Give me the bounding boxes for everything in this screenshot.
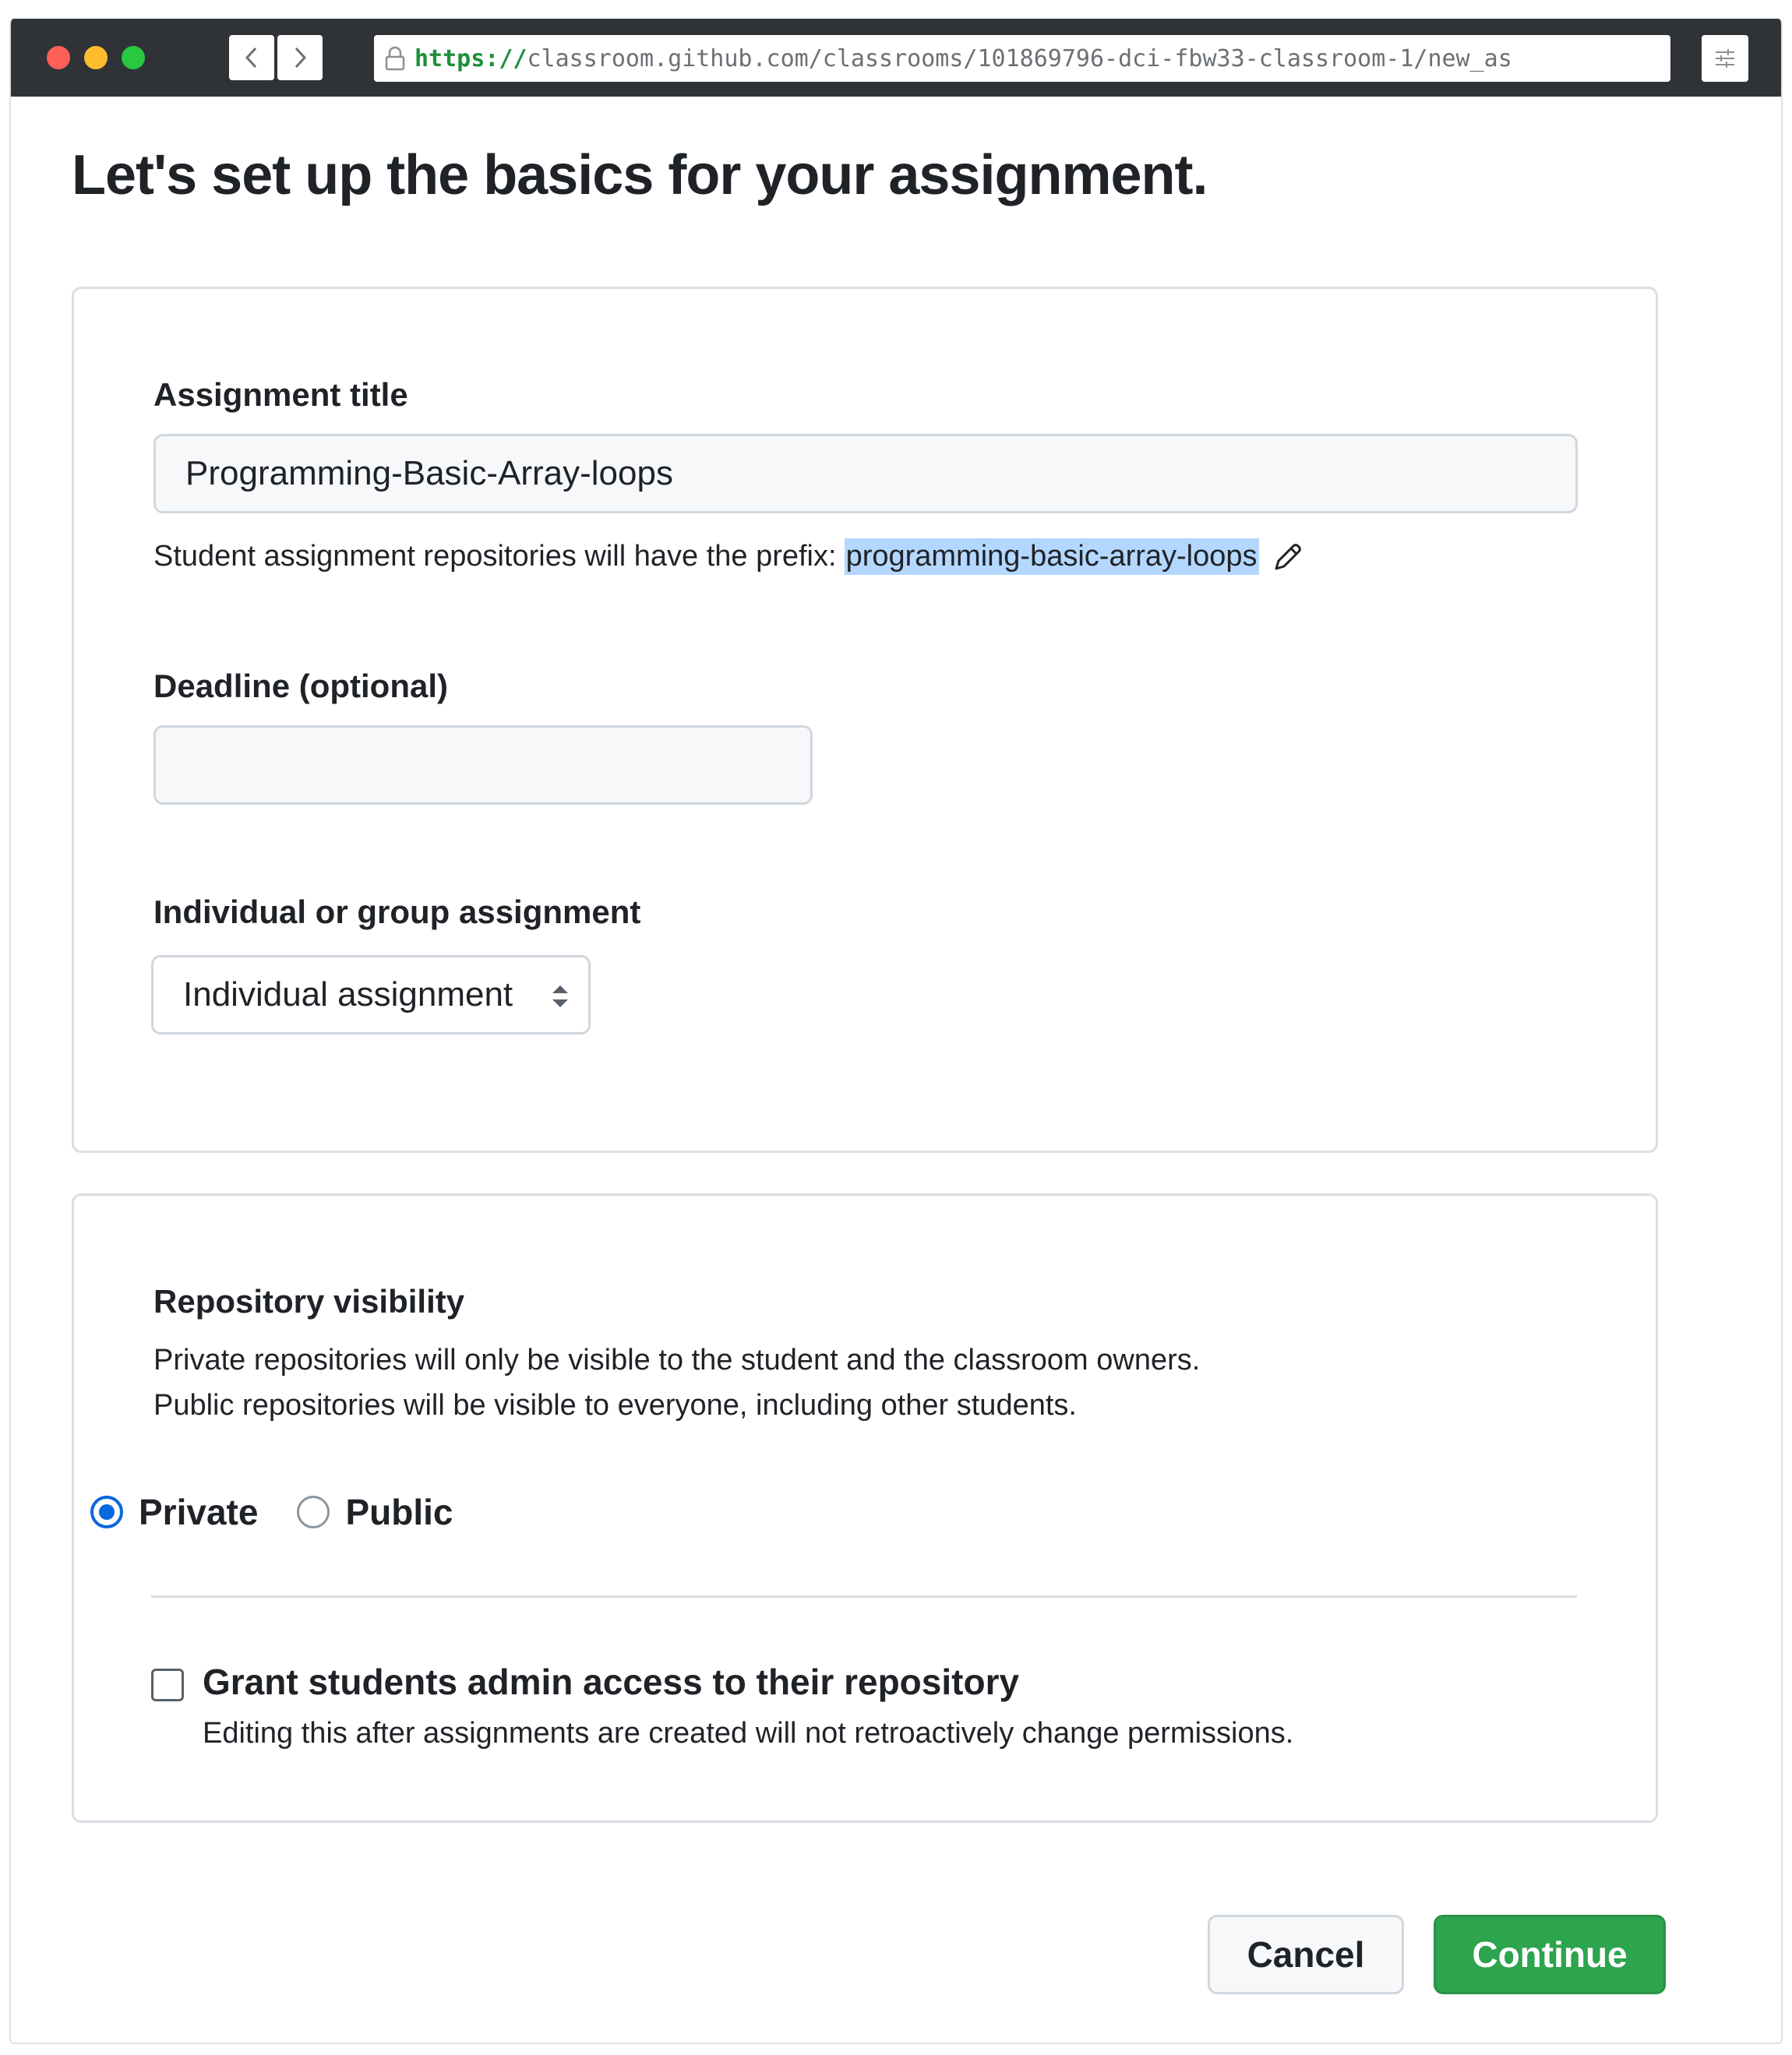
url-scheme: https:// bbox=[414, 44, 527, 72]
visibility-public-description: Public repositories will be visible to e… bbox=[153, 1389, 1077, 1422]
prefix-value: programming-basic-array-loops bbox=[844, 538, 1259, 575]
visibility-radio-group: Private Public bbox=[90, 1491, 492, 1533]
chevron-right-icon bbox=[295, 47, 307, 69]
continue-button[interactable]: Continue bbox=[1434, 1915, 1666, 1994]
repository-visibility-label: Repository visibility bbox=[153, 1283, 465, 1320]
deadline-input[interactable] bbox=[153, 725, 813, 805]
assignment-type-label: Individual or group assignment bbox=[153, 894, 641, 930]
back-button[interactable] bbox=[229, 35, 274, 80]
public-radio-label[interactable]: Public bbox=[345, 1491, 453, 1533]
edit-prefix-pencil-icon[interactable] bbox=[1270, 539, 1306, 575]
cancel-button[interactable]: Cancel bbox=[1208, 1915, 1404, 1994]
select-caret-icon bbox=[552, 985, 568, 1007]
assignment-title-value: Programming-Basic-Array-loops bbox=[185, 454, 673, 492]
section-divider bbox=[151, 1595, 1577, 1598]
sliders-icon bbox=[1716, 49, 1734, 68]
prefix-hint: Student assignment repositories will hav… bbox=[153, 538, 1306, 575]
public-radio[interactable] bbox=[297, 1496, 330, 1528]
forward-button[interactable] bbox=[277, 35, 323, 80]
url-path: classroom.github.com/classrooms/10186979… bbox=[527, 44, 1512, 72]
browser-window: https://classroom.github.com/classrooms/… bbox=[9, 19, 1783, 2044]
url-text: https://classroom.github.com/classrooms/… bbox=[414, 45, 1512, 72]
private-radio-label[interactable]: Private bbox=[139, 1491, 258, 1533]
page-title: Let's set up the basics for your assignm… bbox=[72, 144, 1208, 206]
chevron-left-icon bbox=[245, 47, 257, 69]
browser-titlebar: https://classroom.github.com/classrooms/… bbox=[11, 19, 1781, 97]
browser-menu-button[interactable] bbox=[1702, 35, 1748, 82]
assignment-title-label: Assignment title bbox=[153, 376, 408, 413]
maximize-window-button[interactable] bbox=[122, 46, 145, 69]
close-window-button[interactable] bbox=[47, 46, 70, 69]
address-bar[interactable]: https://classroom.github.com/classrooms/… bbox=[374, 35, 1670, 82]
private-radio[interactable] bbox=[90, 1496, 123, 1528]
minimize-window-button[interactable] bbox=[84, 46, 108, 69]
prefix-hint-text: Student assignment repositories will hav… bbox=[153, 540, 837, 573]
lock-icon bbox=[385, 46, 405, 71]
assignment-type-selected: Individual assignment bbox=[183, 975, 513, 1013]
assignment-title-input[interactable]: Programming-Basic-Array-loops bbox=[153, 434, 1578, 513]
visibility-private-description: Private repositories will only be visibl… bbox=[153, 1344, 1201, 1376]
deadline-label: Deadline (optional) bbox=[153, 668, 448, 704]
admin-access-checkbox[interactable] bbox=[151, 1669, 184, 1701]
admin-access-label[interactable]: Grant students admin access to their rep… bbox=[203, 1661, 1019, 1703]
assignment-type-select[interactable]: Individual assignment bbox=[151, 955, 591, 1035]
admin-access-note: Editing this after assignments are creat… bbox=[203, 1717, 1294, 1750]
